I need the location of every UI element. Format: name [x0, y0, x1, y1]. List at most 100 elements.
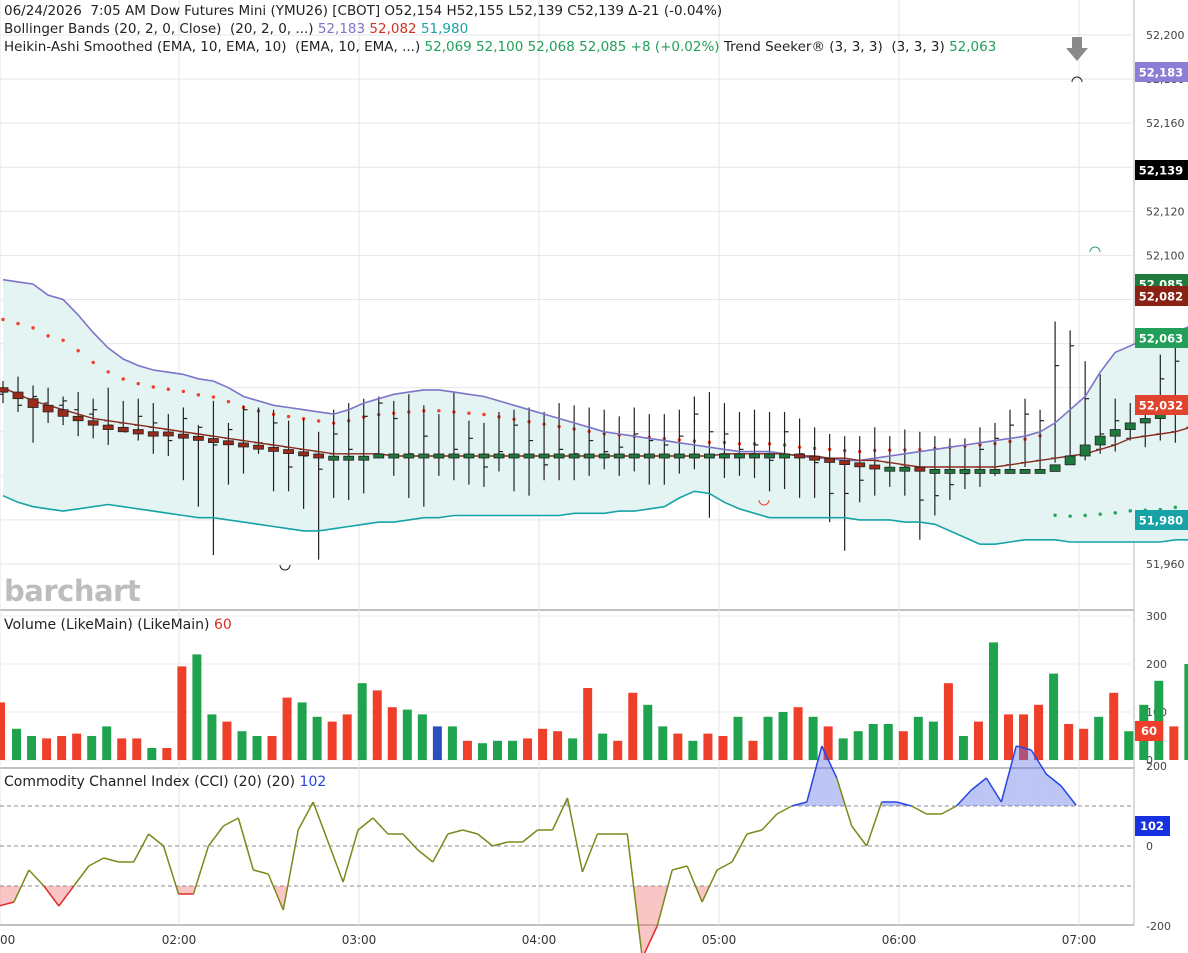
volume-bar	[673, 733, 683, 760]
cci-overbought-fill	[1046, 774, 1062, 806]
ha-candle	[192, 435, 204, 441]
volume-title: Volume (LikeMain) (LikeMain) 60	[4, 617, 232, 633]
volume-bar	[583, 688, 593, 760]
volume-bar	[432, 726, 442, 760]
ha-candle	[899, 466, 911, 472]
cci-line-segment	[581, 833, 599, 873]
bb-mid-value: 52,082	[369, 21, 417, 37]
ha-candle	[283, 449, 294, 454]
volume-tick: 200	[1146, 658, 1167, 671]
volume-bar	[477, 743, 487, 760]
ha-candle	[87, 420, 99, 426]
trend-seeker-dot	[31, 326, 35, 330]
trend-seeker-dot	[437, 409, 441, 413]
volume-bar	[778, 712, 788, 760]
trend-seeker-dot	[1068, 514, 1072, 518]
trend-seeker-dot	[1098, 512, 1102, 516]
ha-legend: Heikin-Ashi Smoothed (EMA, 10, EMA, 10) …	[4, 39, 996, 55]
trend-seeker-dot	[1173, 505, 1178, 510]
volume-bar	[312, 716, 322, 760]
price-label: 52,139	[1135, 160, 1188, 180]
time-tick: 05:00	[702, 933, 737, 947]
volume-bar	[1079, 728, 1089, 760]
cci-oversold-fill	[178, 886, 194, 894]
volume-label: Volume (LikeMain) (LikeMain)	[4, 617, 214, 633]
volume-bar	[748, 740, 758, 760]
volume-bar	[868, 724, 878, 760]
volume-bar	[27, 736, 37, 760]
ha-candle	[448, 453, 460, 459]
time-tick: 00	[0, 933, 15, 947]
volume-bar	[57, 736, 67, 760]
ha-candle	[583, 453, 595, 459]
volume-bar	[1034, 704, 1044, 760]
volume-tick: 300	[1146, 610, 1167, 623]
volume-bar	[462, 740, 472, 760]
volume-bar	[898, 731, 908, 760]
price-label: 52,082	[1135, 286, 1188, 306]
volume-current: 60	[213, 617, 232, 633]
volume-bar	[688, 740, 698, 760]
volume-bar	[973, 721, 983, 760]
cci-line-segment	[103, 857, 119, 863]
volume-bar	[988, 642, 998, 760]
price-label-text: 52,082	[1139, 290, 1183, 304]
volume-bar	[177, 666, 187, 760]
cci-label: Commodity Channel Index (CCI) (20) (20)	[4, 774, 300, 790]
cci-line-segment	[776, 805, 793, 815]
cci-line-segment	[73, 865, 90, 887]
trend-seeker-dot	[181, 389, 186, 394]
time-tick: 02:00	[162, 933, 197, 947]
cci-line-segment	[417, 849, 434, 863]
ha-candle	[253, 444, 264, 450]
price-label: 52,063	[1135, 328, 1188, 348]
volume-bar	[838, 738, 848, 760]
ha-candle	[869, 464, 881, 470]
volume-bar	[943, 683, 953, 760]
cci-line-segment	[162, 845, 180, 895]
volume-bar	[853, 731, 863, 760]
volume-bar	[883, 724, 893, 760]
volume-bar	[733, 716, 743, 760]
trend-seeker-dot	[46, 334, 50, 338]
volume-bar	[1094, 716, 1104, 760]
bb-label: Bollinger Bands (20, 2, 0, Close) (20, 2…	[4, 21, 318, 37]
cci-label: 102	[1135, 816, 1170, 836]
ha-candle	[117, 426, 129, 433]
trend-seeker-dot	[211, 395, 216, 399]
ha-candle	[403, 453, 415, 459]
quote-header: 06/24/2026 7:05 AM Dow Futures Mini (YMU…	[4, 3, 722, 19]
time-tick: 03:00	[342, 933, 377, 947]
cci-line-segment	[88, 857, 105, 867]
ha-candle	[223, 440, 234, 446]
volume-bar	[718, 736, 728, 760]
price-chart[interactable]: 52,20052,18052,16052,14052,12052,10052,0…	[0, 0, 1188, 953]
trend-seeker-dot	[76, 349, 80, 353]
ha-candle	[944, 469, 956, 474]
ha-candle	[433, 453, 445, 459]
volume-bar	[237, 731, 247, 760]
ha-candle	[929, 469, 941, 474]
volume-bar	[402, 709, 412, 760]
ha-candle	[1124, 422, 1136, 430]
ha-candle	[102, 424, 114, 430]
ha-candle	[388, 453, 400, 459]
trend-seeker-dot	[196, 393, 201, 397]
cci-line-segment	[327, 841, 344, 883]
ha-candle	[1139, 418, 1151, 424]
ha-candle	[328, 455, 340, 461]
ha-candle	[418, 453, 430, 459]
cci-line-segment	[761, 813, 778, 831]
volume-bar	[102, 726, 112, 760]
down-arrow-icon	[1066, 37, 1088, 61]
trend-seeker-dot	[316, 419, 321, 423]
price-tick: 52,120	[1146, 205, 1185, 218]
ha-candle	[508, 453, 520, 459]
trend-seeker-value: 52,063	[949, 39, 997, 55]
cci-line-segment	[372, 817, 389, 835]
cci-overbought-fill	[971, 778, 987, 806]
volume-bar	[132, 738, 142, 760]
cci-line-segment	[432, 833, 449, 863]
volume-bar	[523, 738, 533, 760]
trend-seeker-label: Trend Seeker® (3, 3, 3) (3, 3, 3)	[719, 39, 950, 55]
